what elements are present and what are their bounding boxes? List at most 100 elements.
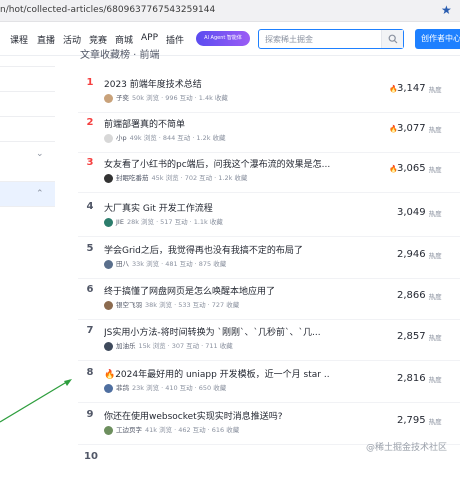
list-item[interactable]: 7 JS实用小方法-将时间转换为 `刚刚`、`几秒前`、`几... 加油乐 15k 浏… (78, 324, 460, 364)
hot-score: 🔥3,077 热度 (389, 118, 449, 137)
nav-item-courses[interactable]: 课程 (10, 33, 28, 46)
avatar[interactable] (104, 93, 113, 103)
article-title[interactable]: 🔥2024年最好用的 uniapp 开发模板，近一个月 star ... (104, 367, 330, 380)
list-item[interactable]: 4 大厂真实 Git 开发工作流程 JIE 28k 浏览 · 517 互动 · 1.1k 收藏… (78, 200, 460, 240)
watermark: @稀土掘金技术社区 (366, 443, 448, 453)
avatar[interactable] (104, 383, 113, 393)
avatar[interactable] (104, 341, 113, 351)
sidebar-row[interactable] (0, 91, 55, 116)
sidebar-row-selected[interactable]: ⌃ (0, 181, 55, 206)
stat-collections: 1.4k 收藏 (198, 94, 228, 102)
separator-dot: · (161, 94, 164, 102)
nav-item-mall[interactable]: 商城 (115, 33, 133, 46)
stat-views: 33k 浏览 (132, 260, 160, 268)
article-title[interactable]: 大厂真实 Git 开发工作流程 (104, 201, 330, 214)
rank-number: 2 (86, 117, 94, 128)
nav-item-app[interactable]: APP (141, 33, 158, 43)
url-text[interactable]: n/hot/collected-articles/680963776754325… (0, 5, 215, 15)
sidebar-row[interactable]: ⌄ (0, 141, 55, 166)
separator-dot: · (194, 260, 197, 268)
author-name[interactable]: 封眠吃番茄 (116, 174, 149, 182)
hot-score: 🔥3,065 热度 (389, 158, 449, 177)
author-name[interactable]: 子奕 (116, 94, 129, 102)
nav-item-events[interactable]: 活动 (63, 33, 81, 46)
list-item[interactable]: 2 前端部署真的不简单 小p 49k 浏览 · 844 互动 · 1.2k 收藏 🔥3,077 热… (78, 116, 460, 156)
separator-dot: · (194, 94, 197, 102)
separator-dot: · (194, 384, 197, 392)
stat-views: 28k 浏览 (126, 218, 155, 226)
stat-interactions: 462 互动 (178, 426, 206, 434)
list-item[interactable]: 8 🔥2024年最好用的 uniapp 开发模板，近一个月 star ... 菲鸽 2… (78, 366, 460, 406)
article-meta: 小p 49k 浏览 · 844 互动 · 1.2k 收藏 (104, 132, 226, 143)
article-meta: 封眠吃番茄 45k 浏览 · 702 互动 · 1.2k 收藏 (104, 172, 247, 183)
list-item[interactable]: 3 女友看了小红书的pc端后，问我这个瀑布流的效果是怎... 封眠吃番茄 45k 浏览… (78, 156, 460, 196)
nav-item-plugins[interactable]: 插件 (166, 33, 184, 46)
bookmark-star-icon[interactable]: ★ (441, 3, 452, 17)
list-item[interactable]: 1 2023 前端年度技术总结 子奕 50k 浏览 · 996 互动 · 1.4k 收藏 🔥3,… (78, 76, 460, 116)
avatar[interactable] (104, 259, 113, 269)
stat-collections: 1.2k 收藏 (196, 134, 226, 142)
author-name[interactable]: JIE (116, 218, 124, 226)
avatar[interactable] (104, 133, 113, 143)
article-title[interactable]: JS实用小方法-将时间转换为 `刚刚`、`几秒前`、`几... (104, 325, 330, 338)
hot-score: 2,857 热度 (389, 326, 449, 345)
hot-value: 3,147 (397, 83, 426, 94)
author-name[interactable]: 小p (116, 134, 127, 142)
avatar[interactable] (104, 425, 113, 435)
row-divider (78, 152, 460, 153)
search-button[interactable] (381, 30, 403, 48)
avatar[interactable] (104, 217, 113, 227)
stat-interactions: 307 互动 (171, 342, 200, 350)
stat-interactions: 996 互动 (165, 94, 193, 102)
rank-number: 6 (86, 284, 94, 295)
rank-number: 8 (86, 367, 94, 378)
search-box[interactable]: 探索稀土掘金 (258, 29, 404, 49)
separator-dot: · (161, 260, 164, 268)
sidebar-row[interactable] (0, 116, 55, 141)
hot-score: 2,946 热度 (389, 244, 449, 263)
nav-item-live[interactable]: 直播 (37, 33, 55, 46)
separator-dot: · (156, 218, 159, 226)
avatar[interactable] (104, 173, 113, 183)
row-divider (78, 236, 460, 237)
hot-score: 3,049 热度 (389, 202, 449, 221)
fire-icon: 🔥 (389, 84, 398, 93)
article-title[interactable]: 女友看了小红书的pc端后，问我这个瀑布流的效果是怎... (104, 157, 330, 170)
sidebar-row[interactable] (0, 206, 55, 231)
hot-value: 2,866 (397, 290, 426, 301)
hot-label: 热度 (428, 292, 442, 301)
sidebar-row[interactable] (0, 66, 55, 91)
creator-center-button[interactable]: 创作者中心 (415, 29, 460, 49)
list-item[interactable]: 6 终于搞懂了网盘网页是怎么唤醒本地应用了 银空飞羽 38k 浏览 · 533 互动 · 72… (78, 283, 460, 323)
search-input[interactable]: 探索稀土掘金 (265, 34, 313, 45)
separator-dot: · (180, 174, 183, 182)
stat-views: 41k 浏览 (145, 426, 173, 434)
article-title[interactable]: 学会Grid之后，我觉得再也没有我搞不定的布局了 (104, 243, 330, 256)
hot-label: 热度 (428, 165, 442, 174)
stat-collections: 650 收藏 (198, 384, 227, 392)
author-name[interactable]: 田八 (116, 260, 129, 268)
site-navbar: 课程 直播 活动 竞赛 商城 APP 插件 AI Agent 智能体 探索稀土掘… (0, 22, 460, 56)
browser-url-bar[interactable]: n/hot/collected-articles/680963776754325… (0, 0, 460, 22)
author-name[interactable]: 菲鸽 (116, 384, 129, 392)
author-name[interactable]: 加油乐 (116, 342, 136, 350)
article-title[interactable]: 你还在使用websocket实现实时消息推送吗? (104, 409, 330, 422)
list-item[interactable]: 10 (78, 450, 460, 490)
article-title[interactable]: 2023 前端年度技术总结 (104, 77, 330, 90)
nav-item-contests[interactable]: 竞赛 (89, 33, 107, 46)
article-meta: 子奕 50k 浏览 · 996 互动 · 1.4k 收藏 (104, 92, 228, 103)
rank-number: 10 (84, 451, 98, 462)
ai-agent-badge[interactable]: AI Agent 智能体 (196, 31, 250, 46)
stat-views: 15k 浏览 (138, 342, 166, 350)
article-title[interactable]: 终于搞懂了网盘网页是怎么唤醒本地应用了 (104, 284, 330, 297)
annotation-arrow (0, 379, 72, 423)
chevron-down-icon[interactable]: ⌄ (36, 149, 44, 159)
avatar[interactable] (104, 300, 113, 310)
article-title[interactable]: 前端部署真的不简单 (104, 117, 330, 130)
stat-collections: 1.2k 收藏 (218, 174, 248, 182)
chevron-up-icon[interactable]: ⌃ (36, 189, 44, 199)
list-item[interactable]: 5 学会Grid之后，我觉得再也没有我搞不定的布局了 田八 33k 浏览 · 481 互动… (78, 242, 460, 282)
author-name[interactable]: 银空飞羽 (116, 301, 142, 309)
author-name[interactable]: 工边页字 (116, 426, 142, 434)
separator-dot: · (214, 174, 217, 182)
